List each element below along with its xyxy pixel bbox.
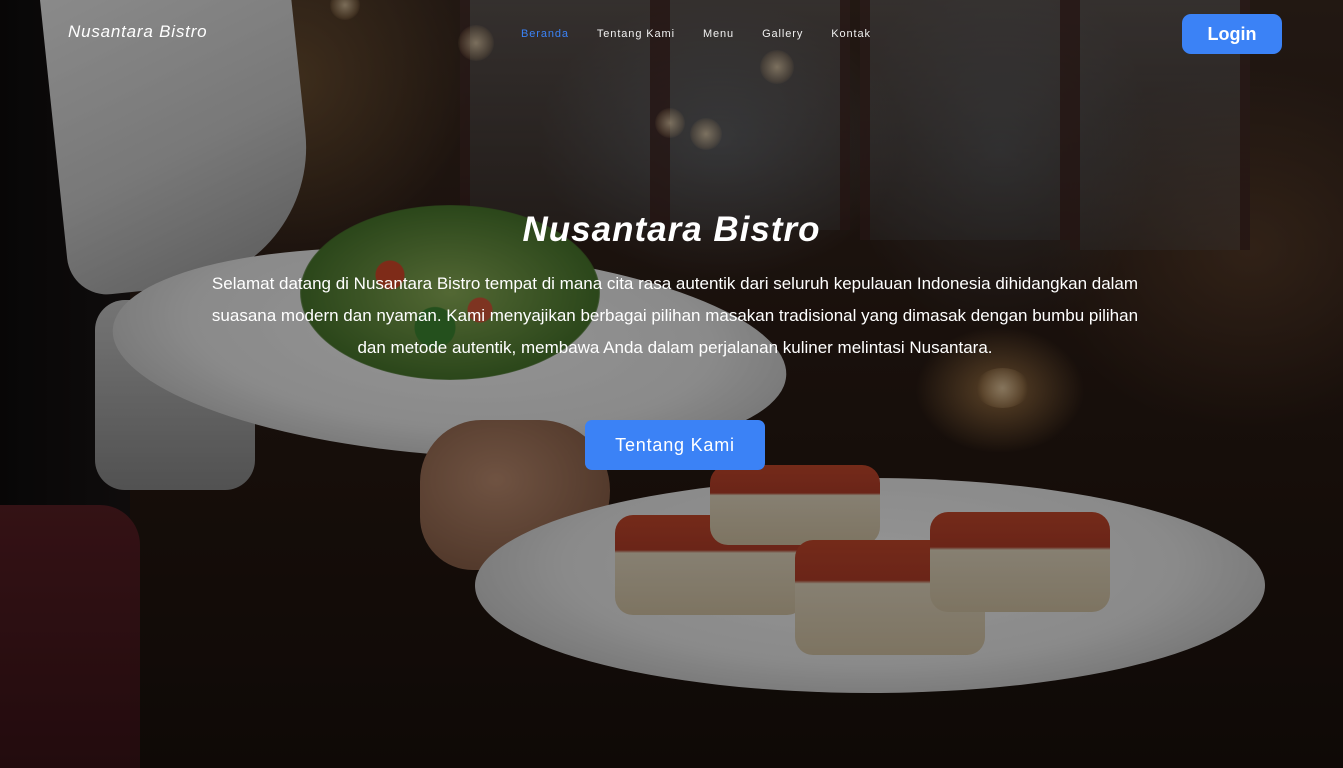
top-navbar: Nusantara Bistro Beranda Tentang Kami Me… xyxy=(0,0,1343,70)
nav-link-gallery[interactable]: Gallery xyxy=(762,28,803,40)
nav-menu: Beranda Tentang Kami Menu Gallery Kontak xyxy=(521,28,899,40)
nav-link-kontak[interactable]: Kontak xyxy=(831,28,871,40)
nav-link-beranda[interactable]: Beranda xyxy=(521,28,569,40)
hero-title: Nusantara Bistro xyxy=(522,210,821,249)
nav-link-menu[interactable]: Menu xyxy=(703,28,734,40)
brand-logo[interactable]: Nusantara Bistro xyxy=(68,22,207,42)
login-button[interactable]: Login xyxy=(1182,14,1282,54)
hero-dark-overlay xyxy=(0,0,1343,768)
tentang-kami-button[interactable]: Tentang Kami xyxy=(585,420,765,470)
hero-description: Selamat datang di Nusantara Bistro tempa… xyxy=(211,274,1139,357)
nav-link-tentang-kami[interactable]: Tentang Kami xyxy=(597,28,675,40)
